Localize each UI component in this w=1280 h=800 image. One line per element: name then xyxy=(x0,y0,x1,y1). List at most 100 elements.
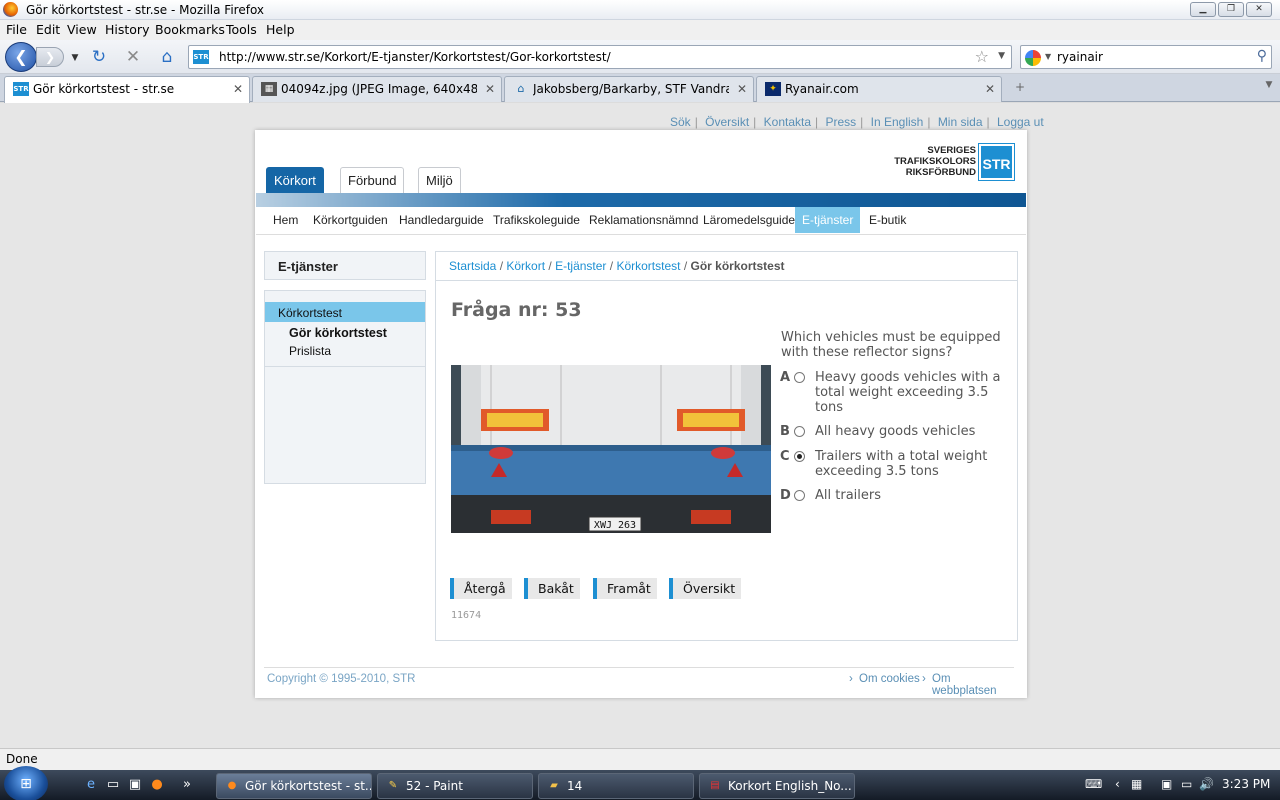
left-menu-gor-korkortstest[interactable]: Gör körkortstest xyxy=(289,326,387,340)
google-icon[interactable] xyxy=(1025,50,1041,66)
oversikt-button[interactable]: Översikt xyxy=(669,578,742,599)
link-in-english[interactable]: In English xyxy=(871,115,924,129)
window-title-bar: Gör körkortstest - str.se - Mozilla Fire… xyxy=(0,0,1280,20)
crumb-korkort[interactable]: Körkort xyxy=(506,259,545,273)
search-engine-dropdown-icon[interactable]: ▼ xyxy=(1045,52,1051,61)
show-desktop-icon[interactable]: ▭ xyxy=(104,777,122,793)
minimize-button[interactable]: ▁ xyxy=(1190,2,1216,17)
tab-miljo[interactable]: Miljö xyxy=(418,167,461,194)
link-min-sida[interactable]: Min sida xyxy=(938,115,983,129)
switch-windows-icon[interactable]: ▣ xyxy=(126,777,144,793)
crumb-korkortstest[interactable]: Körkortstest xyxy=(616,259,680,273)
tab-forbund[interactable]: Förbund xyxy=(340,167,405,194)
menu-tools[interactable]: Tools xyxy=(226,22,257,37)
display-icon[interactable]: ▭ xyxy=(1181,777,1192,791)
chevron-left-icon[interactable]: ‹ xyxy=(1115,777,1120,791)
taskbar-folder[interactable]: ▰ 14 xyxy=(538,773,694,799)
clock[interactable]: 3:23 PM xyxy=(1222,777,1270,791)
tab-jpeg-image[interactable]: ▦ 04094z.jpg (JPEG Image, 640x480 pix...… xyxy=(252,76,502,102)
atergå-button[interactable]: Återgå xyxy=(450,578,512,599)
network-icon[interactable]: ▦ xyxy=(1131,777,1142,791)
tab-gor-korkortstest[interactable]: STR Gör körkortstest - str.se ✕ xyxy=(4,76,250,103)
crumb-startsida[interactable]: Startsida xyxy=(449,259,496,273)
home-icon[interactable]: ⌂ xyxy=(156,47,178,67)
url-bar[interactable]: STR http://www.str.se/Korkort/E-tjanster… xyxy=(188,45,1012,69)
tab-korkort[interactable]: Körkort xyxy=(266,167,324,194)
safely-remove-icon[interactable]: ▣ xyxy=(1161,777,1172,791)
answer-option-c[interactable]: C Trailers with a total weight exceeding… xyxy=(780,449,1010,480)
link-om-cookies[interactable]: Om cookies xyxy=(859,673,920,685)
firefox-quicklaunch-icon[interactable]: ● xyxy=(148,777,166,793)
subnav-e-butik[interactable]: E-butik xyxy=(869,213,906,227)
chevron-right-icon: › xyxy=(922,673,926,685)
taskbar-paint[interactable]: ✎ 52 - Paint xyxy=(377,773,533,799)
taskbar-pdf[interactable]: ▤ Korkort English_No... xyxy=(699,773,855,799)
menu-bookmarks[interactable]: Bookmarks xyxy=(155,22,225,37)
link-press[interactable]: Press xyxy=(825,115,856,129)
tab-label: Ryanair.com xyxy=(785,82,859,96)
taskbar-label: 14 xyxy=(567,779,583,793)
subnav-trafikskoleguide[interactable]: Trafikskoleguide xyxy=(493,213,580,227)
radio-c[interactable] xyxy=(794,451,805,462)
menu-history[interactable]: History xyxy=(105,22,149,37)
link-om-webbplatsen[interactable]: Om webbplatsen xyxy=(932,673,1014,697)
search-input[interactable]: ryainair xyxy=(1057,50,1103,64)
radio-d[interactable] xyxy=(794,490,805,501)
close-tab-icon[interactable]: ✕ xyxy=(485,82,495,96)
answer-option-a[interactable]: A Heavy goods vehicles with a total weig… xyxy=(780,370,1010,416)
str-logo[interactable]: SVERIGES TRAFIKSKOLORS RIKSFÖRBUND STR xyxy=(892,143,1015,181)
left-menu-prislista[interactable]: Prislista xyxy=(289,344,331,358)
menu-edit[interactable]: Edit xyxy=(36,22,60,37)
reload-icon[interactable]: ↻ xyxy=(88,47,110,67)
search-bar[interactable]: ▼ ryainair ⚲ xyxy=(1020,45,1272,69)
left-menu-korkortstest[interactable]: Körkortstest xyxy=(265,302,425,322)
menu-help[interactable]: Help xyxy=(266,22,295,37)
subnav-reklamationsnamnd[interactable]: Reklamationsnämnd xyxy=(589,213,698,227)
logo-badge: STR xyxy=(978,143,1015,181)
back-button[interactable]: ❮ xyxy=(5,42,37,72)
start-button[interactable]: ⊞ xyxy=(4,766,48,800)
subnav-laromedelsguide[interactable]: Läromedelsguide xyxy=(703,213,795,227)
close-tab-icon[interactable]: ✕ xyxy=(985,82,995,96)
stop-icon[interactable]: ✕ xyxy=(122,47,144,67)
stf-favicon-icon: ⌂ xyxy=(517,82,525,95)
link-kontakta[interactable]: Kontakta xyxy=(764,115,811,129)
close-tab-icon[interactable]: ✕ xyxy=(737,82,747,96)
tab-ryanair[interactable]: ✦ Ryanair.com ✕ xyxy=(756,76,1002,102)
tab-stf-vandrarhem[interactable]: ⌂ Jakobsberg/Barkarby, STF Vandrarh... ✕ xyxy=(504,76,754,102)
answer-option-b[interactable]: B All heavy goods vehicles xyxy=(780,424,1010,440)
crumb-e-tjanster[interactable]: E-tjänster xyxy=(555,259,606,273)
bakat-button[interactable]: Bakåt xyxy=(524,578,580,599)
subnav-korkortguiden[interactable]: Körkortguiden xyxy=(313,213,388,227)
more-quicklaunch-icon[interactable]: » xyxy=(178,777,196,793)
taskbar-firefox[interactable]: ● Gör körkortstest - st... xyxy=(216,773,372,799)
internet-explorer-icon[interactable]: e xyxy=(82,777,100,793)
tab-list-icon[interactable]: ▼ xyxy=(1262,80,1276,98)
subnav-e-tjanster[interactable]: E-tjänster xyxy=(795,207,861,233)
subnav-hem[interactable]: Hem xyxy=(273,213,298,227)
subnav-handledarguide[interactable]: Handledarguide xyxy=(399,213,484,227)
link-sok[interactable]: Sök xyxy=(670,115,691,129)
history-dropdown-icon[interactable]: ▼ xyxy=(64,48,86,68)
link-oversikt[interactable]: Översikt xyxy=(705,115,749,129)
forward-button[interactable]: ❯ xyxy=(36,47,64,67)
maximize-button[interactable]: ❐ xyxy=(1218,2,1244,17)
menu-view[interactable]: View xyxy=(67,22,97,37)
radio-a[interactable] xyxy=(794,372,805,383)
option-text: Heavy goods vehicles with a total weight… xyxy=(815,370,1001,415)
menu-file[interactable]: File xyxy=(6,22,27,37)
folder-icon: ▰ xyxy=(550,780,558,791)
keyboard-icon[interactable]: ⌨ xyxy=(1085,777,1102,791)
link-logga-ut[interactable]: Logga ut xyxy=(997,115,1044,129)
close-tab-icon[interactable]: ✕ xyxy=(233,82,243,96)
radio-b[interactable] xyxy=(794,426,805,437)
close-window-button[interactable]: ✕ xyxy=(1246,2,1272,17)
search-icon[interactable]: ⚲ xyxy=(1257,48,1267,64)
bookmark-star-icon[interactable]: ☆ xyxy=(975,47,989,66)
url-text[interactable]: http://www.str.se/Korkort/E-tjanster/Kor… xyxy=(219,50,611,64)
answer-option-d[interactable]: D All trailers xyxy=(780,488,1010,504)
url-dropdown-icon[interactable]: ▼ xyxy=(998,51,1005,61)
volume-icon[interactable]: 🔊 xyxy=(1199,777,1214,791)
new-tab-icon[interactable]: + xyxy=(1008,80,1032,98)
framat-button[interactable]: Framåt xyxy=(593,578,657,599)
